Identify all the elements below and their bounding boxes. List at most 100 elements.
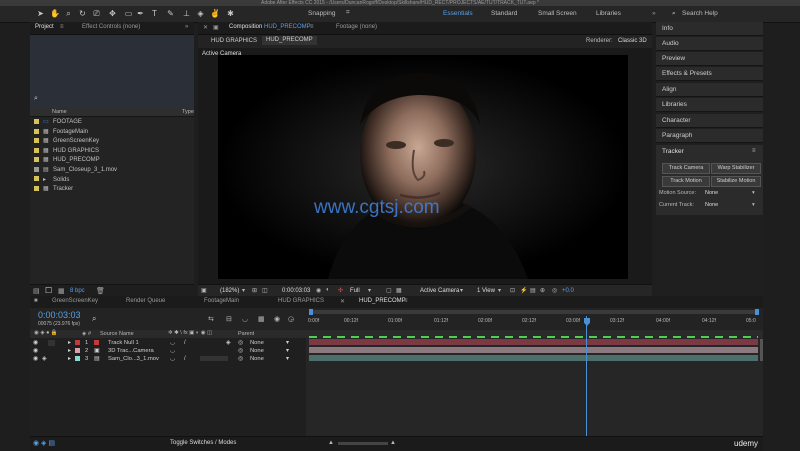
renderer-value[interactable]: Classic 3D	[618, 38, 647, 44]
timeline-current-time[interactable]: 0:00:03:03	[38, 310, 81, 320]
type-tool-icon[interactable]: T	[150, 9, 159, 18]
project-search-icon[interactable]: ⌕	[34, 95, 38, 103]
zoom-out-icon[interactable]: ▲	[328, 440, 334, 446]
timeline-search-icon[interactable]: ⌕	[92, 314, 96, 324]
work-area-start-handle[interactable]	[309, 309, 313, 315]
pan-behind-tool-icon[interactable]: ✥	[108, 9, 117, 18]
col-type[interactable]: Type	[182, 109, 194, 115]
rectangle-tool-icon[interactable]: ▭	[124, 9, 133, 18]
workspace-essentials[interactable]: Essentials	[443, 10, 473, 17]
reset-exposure-icon[interactable]: ◎	[552, 287, 557, 294]
snapping-icon[interactable]: ⌗	[346, 9, 350, 17]
clone-tool-icon[interactable]: ⊥	[182, 9, 191, 18]
draft-3d-icon[interactable]: ⊟	[226, 315, 232, 323]
panel-effects-presets[interactable]: Effects & Presets	[656, 67, 763, 81]
tab-render-queue[interactable]: Render Queue	[126, 298, 165, 304]
layer-bar-camera[interactable]	[309, 347, 758, 353]
tab-footage[interactable]: Footage (none)	[336, 24, 377, 30]
graph-editor-icon[interactable]: ◶	[288, 315, 294, 323]
work-area-end-handle[interactable]	[755, 309, 759, 315]
shy-layers-icon[interactable]: ◡	[242, 315, 248, 323]
bpc-toggle[interactable]: 8 bpc	[70, 288, 85, 294]
expand-arrow-icon[interactable]: ▸	[68, 355, 71, 363]
search-icon[interactable]: ⌕	[672, 10, 676, 18]
new-comp-icon[interactable]: ▦	[58, 287, 65, 295]
current-track-select[interactable]: None	[705, 202, 718, 208]
comp-menu-icon[interactable]: ≡	[310, 24, 314, 30]
parent-chevron-icon[interactable]: ▾	[286, 339, 289, 347]
panel-overflow-icon[interactable]: »	[185, 24, 188, 30]
timeline-close-icon[interactable]: ✕	[340, 298, 345, 305]
list-item[interactable]: ▭ FOOTAGE	[34, 118, 192, 128]
parent-chevron-icon[interactable]: ▾	[286, 347, 289, 355]
track-camera-button[interactable]: Track Camera	[662, 163, 710, 174]
pick-whip-icon[interactable]: ◎	[238, 347, 243, 355]
camera-view-select[interactable]: Active Camera	[420, 288, 459, 294]
layer-name[interactable]: Track Null 1	[108, 339, 139, 347]
tab-composition[interactable]: Composition	[229, 24, 262, 30]
quality-switch-icon[interactable]: /	[184, 355, 186, 363]
shy-switch-icon[interactable]: ◡	[170, 339, 175, 347]
project-menu-icon[interactable]: ≡	[60, 24, 64, 30]
chevron-down-icon[interactable]: ▾	[242, 287, 245, 294]
zoom-tool-icon[interactable]: ⌕	[64, 9, 73, 18]
selection-tool-icon[interactable]: ➤	[36, 9, 45, 18]
list-item[interactable]: ▦ HUD_PRECOMP	[34, 156, 192, 166]
expand-arrow-icon[interactable]: ▸	[68, 347, 71, 355]
comp-viewer-frame[interactable]: www.cgtsj.com	[218, 55, 628, 279]
table-row[interactable]: ◉ ▸ 2 ▣ 3D Trac...Camera ◡ ◎ None ▾	[30, 347, 306, 355]
quality-switch-icon[interactable]: /	[184, 339, 186, 347]
region-of-interest-icon[interactable]: ▢	[386, 287, 392, 294]
layer-name[interactable]: Sam_Clo...3_1.mov	[108, 355, 159, 363]
warp-stabilizer-button[interactable]: Warp Stabilizer	[711, 163, 761, 174]
search-help-input[interactable]: Search Help	[682, 10, 718, 17]
camera-chevron-icon[interactable]: ▾	[460, 287, 463, 294]
parent-select[interactable]: None	[250, 347, 264, 355]
col-source-name[interactable]: Source Name	[100, 331, 134, 337]
3d-layer-switch-icon[interactable]: ◈	[226, 339, 231, 347]
mask-visibility-icon[interactable]: ◫	[262, 287, 268, 294]
pen-tool-icon[interactable]: ✒	[136, 9, 145, 18]
view-layout-select[interactable]: 1 View	[477, 288, 495, 294]
col-parent[interactable]: Parent	[238, 331, 254, 337]
layer-name[interactable]: 3D Trac...Camera	[108, 347, 154, 355]
layer-label-color[interactable]	[75, 356, 80, 361]
panel-audio[interactable]: Audio	[656, 37, 763, 51]
camera-tool-icon[interactable]: ⎚	[92, 9, 101, 18]
comp-mini-flowchart-icon[interactable]: ⇆	[208, 315, 214, 323]
workspace-overflow-icon[interactable]: »	[652, 10, 656, 17]
expand-arrow-icon[interactable]: ▸	[68, 339, 71, 347]
shy-switch-icon[interactable]: ◡	[170, 347, 175, 355]
panel-preview[interactable]: Preview	[656, 52, 763, 66]
panel-libraries[interactable]: Libraries	[656, 98, 763, 112]
lock-icon[interactable]: ▣	[213, 24, 219, 31]
list-item[interactable]: ▦ HUD GRAPHICS	[34, 147, 192, 157]
parent-select[interactable]: None	[250, 339, 264, 347]
snapshot-icon[interactable]: ◉	[316, 287, 321, 294]
layer-label-color[interactable]	[75, 348, 80, 353]
list-item[interactable]: ▦ Tracker	[34, 185, 192, 195]
workspace-standard[interactable]: Standard	[491, 10, 517, 17]
list-item[interactable]: ▦ FootageMain	[34, 128, 192, 138]
layer-bar-track-null[interactable]	[309, 339, 758, 345]
flowchart-icon[interactable]: ⊕	[540, 287, 545, 294]
pick-whip-icon[interactable]: ◎	[238, 339, 243, 347]
layer-label-color[interactable]	[75, 340, 80, 345]
close-icon[interactable]: ✕	[203, 24, 208, 31]
timeline-scrollbar[interactable]	[760, 339, 763, 361]
list-item[interactable]: ▸ Solids	[34, 176, 192, 186]
exposure-value[interactable]: +0.0	[562, 288, 574, 294]
panel-character[interactable]: Character	[656, 114, 763, 128]
eraser-tool-icon[interactable]: ◈	[196, 9, 205, 18]
list-item[interactable]: ▦ GreenScreenKey	[34, 137, 192, 147]
resolution-select[interactable]: Full	[350, 288, 360, 294]
table-row[interactable]: ◉ ◈ ▸ 3 ▤ Sam_Clo...3_1.mov ◡ / ◎ None ▾	[30, 355, 306, 363]
tab-composition-name[interactable]: HUD_PRECOMP	[264, 24, 311, 30]
audio-icon[interactable]: ◈	[42, 355, 47, 363]
shy-switch-icon[interactable]: ◡	[170, 355, 175, 363]
col-name[interactable]: Name	[52, 109, 67, 115]
tracker-menu-icon[interactable]: ≡	[752, 148, 756, 154]
tab-effect-controls[interactable]: Effect Controls (none)	[82, 24, 140, 30]
show-snapshot-icon[interactable]: ◐	[326, 287, 330, 293]
timeline-menu-icon[interactable]: ≡	[404, 298, 408, 304]
